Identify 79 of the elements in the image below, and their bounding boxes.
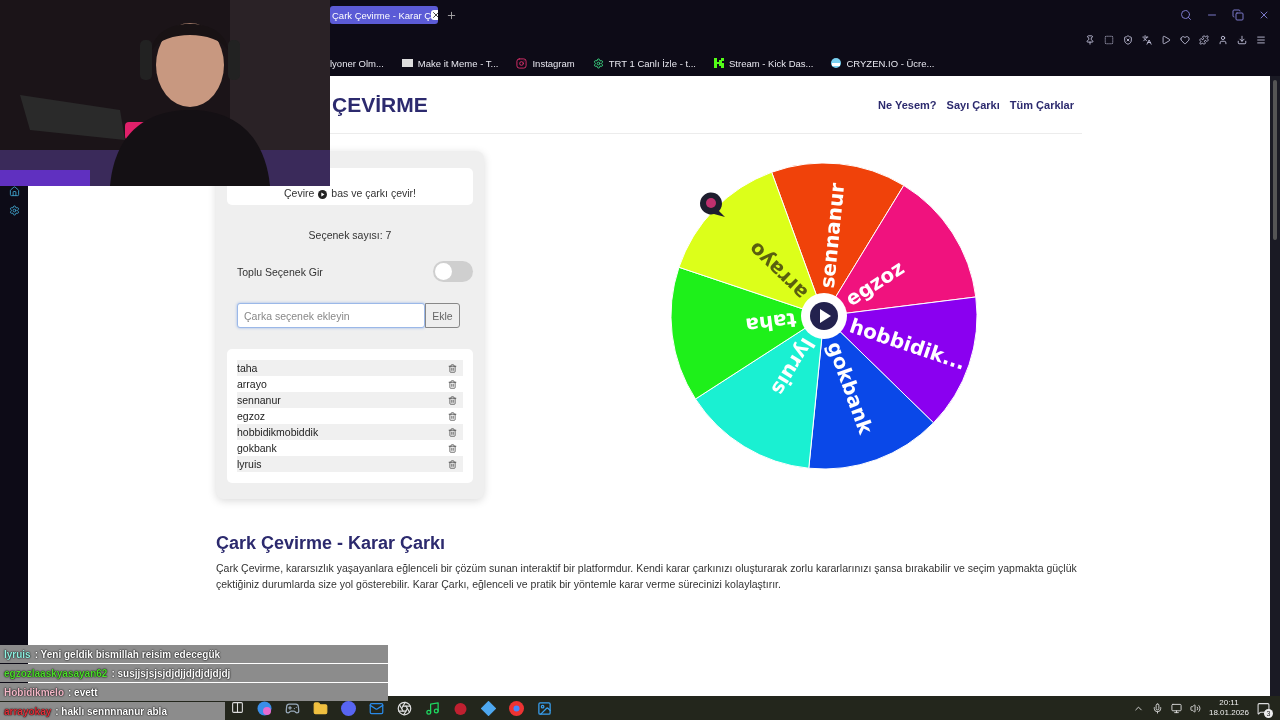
- download-icon[interactable]: [1237, 35, 1247, 45]
- music-icon[interactable]: [425, 700, 440, 716]
- nav-link[interactable]: Tüm Çarklar: [1009, 98, 1074, 111]
- mic-icon[interactable]: [1151, 702, 1163, 714]
- close-icon[interactable]: [1258, 9, 1270, 21]
- bookmark[interactable]: TRT 1 Canlı İzle - t...: [592, 57, 696, 69]
- nav-link[interactable]: Sayı Çarkı: [946, 98, 1000, 111]
- option-name: sennanur: [237, 394, 281, 406]
- chat-text: : evett: [68, 686, 98, 698]
- option-count: Seçenek sayısı: 7: [307, 229, 393, 241]
- trash-icon[interactable]: [448, 443, 457, 453]
- snapshot-icon[interactable]: [1104, 35, 1114, 45]
- extensions-icon[interactable]: [1199, 35, 1209, 45]
- task-view-icon[interactable]: [231, 700, 244, 714]
- wheel-label: taha: [744, 307, 798, 338]
- wheel-label: sennanur: [814, 181, 850, 290]
- play-icon[interactable]: [1161, 35, 1171, 45]
- mail-icon[interactable]: [369, 700, 384, 716]
- close-tab-button[interactable]: [431, 10, 438, 20]
- ball-icon: [831, 58, 842, 68]
- aperture-icon[interactable]: [397, 700, 412, 716]
- pointer-icon: [700, 192, 725, 217]
- option-name: lyruis: [237, 458, 262, 470]
- trash-icon[interactable]: [448, 379, 457, 389]
- restore-icon[interactable]: [1232, 9, 1244, 21]
- add-button[interactable]: Ekle: [425, 303, 460, 328]
- instagram-icon: [516, 57, 528, 69]
- chat-username: egzozlaaskyasayan62: [4, 667, 108, 679]
- article-text: Çark Çevirme, kararsızlık yaşayanlara eğlenceli bir çözüm sunan interaktif bir platformdur. Kendi karar çarkınızı oluşturarak zorlu kararlarınızı şansa bırakabilir ve seçim yapmakta güçlük çektiğiniz durumlarda size yol gösterebilir. Karar Çarkı, eğlenceli ve pratik bir yöntemle karar verme sürecinizi kolaylaştırır.: [216, 561, 1078, 592]
- bookmark[interactable]: lyoner Olm...: [330, 57, 384, 69]
- bookmark[interactable]: Stream - Kick Das...: [714, 57, 814, 69]
- site-logo[interactable]: ÇEVİRME: [332, 92, 428, 117]
- chat-username: Hobidikmelo: [4, 686, 64, 698]
- new-tab-button[interactable]: [446, 9, 457, 21]
- option-name: egzoz: [237, 410, 266, 422]
- bulk-toggle[interactable]: [433, 261, 473, 282]
- browser-tab[interactable]: Çark Çevirme - Karar Ç: [330, 6, 438, 24]
- photos-icon[interactable]: [537, 700, 552, 716]
- settings-icon[interactable]: [8, 205, 20, 216]
- trash-icon[interactable]: [448, 427, 457, 437]
- hint-text: bas ve çarkı çevir!: [331, 187, 416, 199]
- option-name: hobbidikmobiddik: [237, 426, 319, 438]
- nav-link[interactable]: Ne Yesem?: [878, 98, 937, 111]
- chat-username: lyruis: [4, 648, 31, 660]
- option-name: taha: [237, 362, 258, 374]
- hint-text: Çevire: [284, 187, 315, 199]
- option-input[interactable]: Çarka seçenek ekleyin: [237, 303, 425, 328]
- chat-text: : haklı sennnnanur abla: [55, 705, 167, 717]
- home-icon[interactable]: [8, 186, 20, 197]
- article-title: Çark Çevirme - Karar Çarkı: [216, 533, 447, 554]
- meme-icon: [401, 59, 413, 67]
- chat-username: arrayokay: [4, 705, 52, 717]
- chat-text: : susjjsjsjsjdjdjjdjdjdjdjdj: [111, 667, 231, 679]
- profile-icon[interactable]: [1218, 35, 1228, 45]
- gear-icon: [592, 57, 604, 69]
- clock[interactable]: 20:11 18.01.2026: [1208, 698, 1249, 718]
- gamepad-icon[interactable]: [285, 700, 300, 716]
- toggle-label: Toplu Seçenek Gir: [237, 265, 323, 278]
- trash-icon[interactable]: [448, 363, 457, 373]
- heart-icon[interactable]: [1180, 35, 1190, 45]
- app-icon[interactable]: [453, 700, 468, 716]
- translate-icon[interactable]: [1142, 35, 1152, 45]
- folder-icon[interactable]: [313, 700, 328, 716]
- option-name: gokbank: [237, 442, 277, 454]
- trash-icon[interactable]: [448, 395, 457, 405]
- bookmark[interactable]: Make it Meme - T...: [401, 57, 499, 69]
- trash-icon[interactable]: [448, 459, 457, 469]
- volume-icon[interactable]: [1189, 702, 1201, 714]
- play-icon: [318, 190, 328, 199]
- trash-icon[interactable]: [448, 411, 457, 421]
- k-icon: [714, 58, 724, 68]
- bookmark[interactable]: Instagram: [516, 57, 575, 69]
- search-icon[interactable]: [1180, 9, 1192, 21]
- shield-icon[interactable]: [1123, 35, 1133, 45]
- option-name: arrayo: [237, 378, 267, 390]
- chat-text: : Yeni geldik bismillah reisim edecegük: [34, 648, 221, 660]
- menu-icon[interactable]: [1256, 35, 1266, 45]
- bookmark[interactable]: CRYZEN.IO - Ücre...: [831, 57, 935, 69]
- pin-icon[interactable]: [1085, 35, 1095, 45]
